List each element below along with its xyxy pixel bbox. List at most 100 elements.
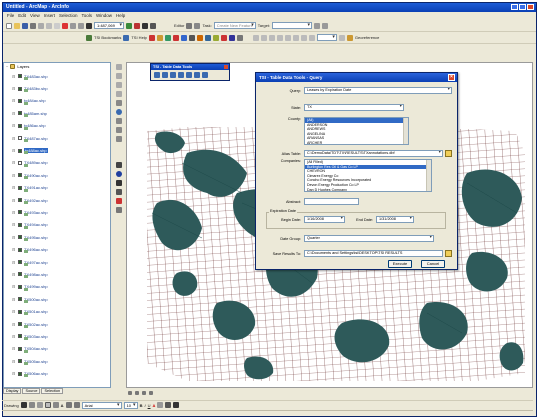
expand-collapse-icon[interactable]: ⊟ bbox=[12, 74, 16, 79]
task-combo[interactable]: Create New Feature bbox=[213, 22, 256, 29]
chart-tool-icon[interactable] bbox=[194, 72, 200, 78]
begin-date-picker[interactable]: 1/16/2008 bbox=[304, 216, 345, 223]
bold-button[interactable]: B bbox=[140, 403, 143, 408]
toc-layer-item[interactable]: ⊟ TX504ac.shp bbox=[4, 343, 110, 355]
underline-button[interactable]: U bbox=[148, 403, 151, 408]
menu-tools[interactable]: Tools bbox=[82, 13, 93, 19]
layer-visibility-checkbox[interactable] bbox=[18, 98, 22, 103]
target-combo[interactable] bbox=[272, 22, 313, 29]
toc-layer-item[interactable]: ⊟ TX505ac.shp bbox=[4, 355, 110, 367]
paste-icon[interactable] bbox=[54, 22, 60, 29]
command-line-icon[interactable] bbox=[142, 22, 148, 29]
query-select[interactable]: Leases by Expiration Date bbox=[304, 87, 452, 94]
tsi-help-menu[interactable]: TSI Help bbox=[131, 35, 147, 40]
drawing-menu[interactable]: Drawing bbox=[4, 403, 19, 408]
arrow-pointer-icon[interactable] bbox=[116, 162, 122, 168]
identify-icon[interactable] bbox=[292, 34, 299, 41]
expand-collapse-icon[interactable]: ⊟ bbox=[12, 123, 16, 128]
menu-edit[interactable]: Edit bbox=[18, 13, 26, 19]
close-button[interactable] bbox=[527, 4, 534, 10]
tsi-tool-10-icon[interactable] bbox=[220, 34, 227, 41]
tsi-tool-5-icon[interactable] bbox=[180, 34, 187, 41]
menu-help[interactable]: Help bbox=[116, 13, 125, 19]
layer-visibility-checkbox[interactable] bbox=[18, 111, 22, 116]
tsi-tool-7-icon[interactable] bbox=[196, 34, 203, 41]
tab-display[interactable]: Display bbox=[3, 388, 22, 394]
execute-button[interactable]: Execute bbox=[388, 260, 412, 268]
expand-collapse-icon[interactable]: ⊟ bbox=[12, 334, 16, 339]
toc-layer-item[interactable]: ⊟ TX502ac.shp bbox=[4, 318, 110, 330]
layer-visibility-checkbox[interactable] bbox=[18, 235, 22, 240]
whats-this-icon[interactable] bbox=[150, 22, 156, 29]
tsi-bookmarks-menu[interactable]: TSI Bookmarks bbox=[94, 35, 121, 40]
data-view-icon[interactable] bbox=[128, 390, 132, 395]
expand-collapse-icon[interactable]: ⊟ bbox=[12, 235, 16, 240]
italic-button[interactable]: I bbox=[144, 403, 145, 408]
layer-visibility-checkbox[interactable] bbox=[18, 136, 22, 141]
expand-collapse-icon[interactable]: ⊟ bbox=[12, 297, 16, 302]
menu-window[interactable]: Window bbox=[96, 13, 112, 19]
toc-layer-item[interactable]: ⊟ tx488ac.shp bbox=[4, 144, 110, 156]
export-tool-icon[interactable] bbox=[178, 72, 184, 78]
info-identify-icon[interactable] bbox=[116, 171, 122, 177]
text-tool-icon[interactable]: A bbox=[61, 403, 64, 408]
editor-menu[interactable]: Editor bbox=[174, 23, 184, 28]
alias-table-select[interactable]: C:\DemoData\TDT\TX\RESULTS\TXannotations… bbox=[304, 150, 443, 157]
toc-layer-item[interactable]: ⊟ TX501ac.shp bbox=[4, 305, 110, 317]
expand-collapse-icon[interactable]: ⊟ bbox=[12, 247, 16, 252]
editor-toolbar-icon[interactable] bbox=[126, 22, 132, 29]
expand-collapse-icon[interactable]: ⊟ bbox=[12, 173, 16, 178]
expand-collapse-icon[interactable]: ⊟ bbox=[12, 222, 16, 227]
maximize-button[interactable] bbox=[519, 4, 526, 10]
query-tool-icon[interactable] bbox=[154, 72, 160, 78]
alias-browse-folder-icon[interactable] bbox=[445, 150, 452, 157]
undo-icon[interactable] bbox=[70, 22, 76, 29]
font-color-button[interactable]: A bbox=[152, 403, 155, 408]
companies-listbox[interactable]: (All Filled) Burlington Res Oil & Gas Co … bbox=[304, 159, 432, 192]
layer-visibility-checkbox[interactable] bbox=[18, 74, 22, 79]
layer-visibility-checkbox[interactable] bbox=[18, 284, 22, 289]
layer-visibility-checkbox[interactable] bbox=[18, 272, 22, 277]
tsi-tool-6-icon[interactable] bbox=[188, 34, 195, 41]
toc-layer-item[interactable]: ⊟ TX483ac.shp bbox=[4, 70, 110, 82]
layer-visibility-checkbox[interactable] bbox=[18, 322, 22, 326]
zoom-full-icon[interactable] bbox=[260, 34, 267, 41]
layer-visibility-checkbox[interactable] bbox=[18, 260, 22, 265]
expand-collapse-icon[interactable]: ⊟ bbox=[12, 284, 16, 289]
layer-visibility-checkbox[interactable] bbox=[18, 359, 22, 364]
arctoolbox-icon[interactable] bbox=[134, 22, 140, 29]
open-folder-icon[interactable] bbox=[14, 22, 20, 29]
expand-collapse-icon[interactable]: ⊟ bbox=[12, 198, 16, 203]
toc-layer-item[interactable]: ⊟ TX503ac.shp bbox=[4, 330, 110, 342]
layer-visibility-checkbox[interactable] bbox=[18, 297, 22, 302]
add-data-icon[interactable] bbox=[86, 22, 92, 29]
toc-layer-item[interactable]: ⊟ TX496ac.shp bbox=[4, 243, 110, 255]
toc-layer-item[interactable]: ⊟ TX495ac.shp bbox=[4, 231, 110, 243]
copy-icon[interactable] bbox=[46, 22, 52, 29]
rectangle-tool-icon[interactable] bbox=[44, 402, 51, 408]
tab-source[interactable]: Source bbox=[22, 388, 41, 394]
rotate-tool-icon[interactable] bbox=[322, 22, 329, 29]
fill-color-icon[interactable] bbox=[157, 402, 164, 408]
toc-layer-item[interactable]: ⊟ TX483bc.shp bbox=[4, 82, 110, 94]
toc-layer-item[interactable]: ⊟ tx486ac.shp bbox=[4, 120, 110, 132]
fixed-zoom-out-icon[interactable] bbox=[116, 91, 122, 97]
map-scale-combo[interactable]: 1:487,069 bbox=[94, 22, 124, 29]
marker-color-icon[interactable] bbox=[173, 402, 180, 408]
expand-collapse-icon[interactable]: ⊟ bbox=[12, 86, 16, 91]
layer-visibility-checkbox[interactable] bbox=[18, 185, 22, 190]
select-features-icon[interactable] bbox=[284, 34, 291, 41]
save-browse-folder-icon[interactable] bbox=[445, 250, 452, 257]
layer-visibility-checkbox[interactable] bbox=[18, 173, 22, 178]
fixed-zoom-in-icon[interactable] bbox=[116, 82, 122, 88]
toc-layer-item[interactable]: ⊟ tx484ac.shp bbox=[4, 95, 110, 107]
layer-visibility-checkbox[interactable] bbox=[18, 346, 22, 351]
pause-draw-icon[interactable] bbox=[149, 390, 153, 395]
zoom-prev-icon[interactable] bbox=[268, 34, 275, 41]
toc-layer-item[interactable]: ⊟ TX498ac.shp bbox=[4, 268, 110, 280]
pan-tool-icon[interactable] bbox=[116, 100, 122, 106]
toc-layer-item[interactable]: ⊟ TX500ac.shp bbox=[4, 293, 110, 305]
minimize-button[interactable] bbox=[511, 4, 518, 10]
layer-visibility-checkbox[interactable] bbox=[18, 160, 22, 165]
new-document-icon[interactable] bbox=[6, 22, 12, 29]
